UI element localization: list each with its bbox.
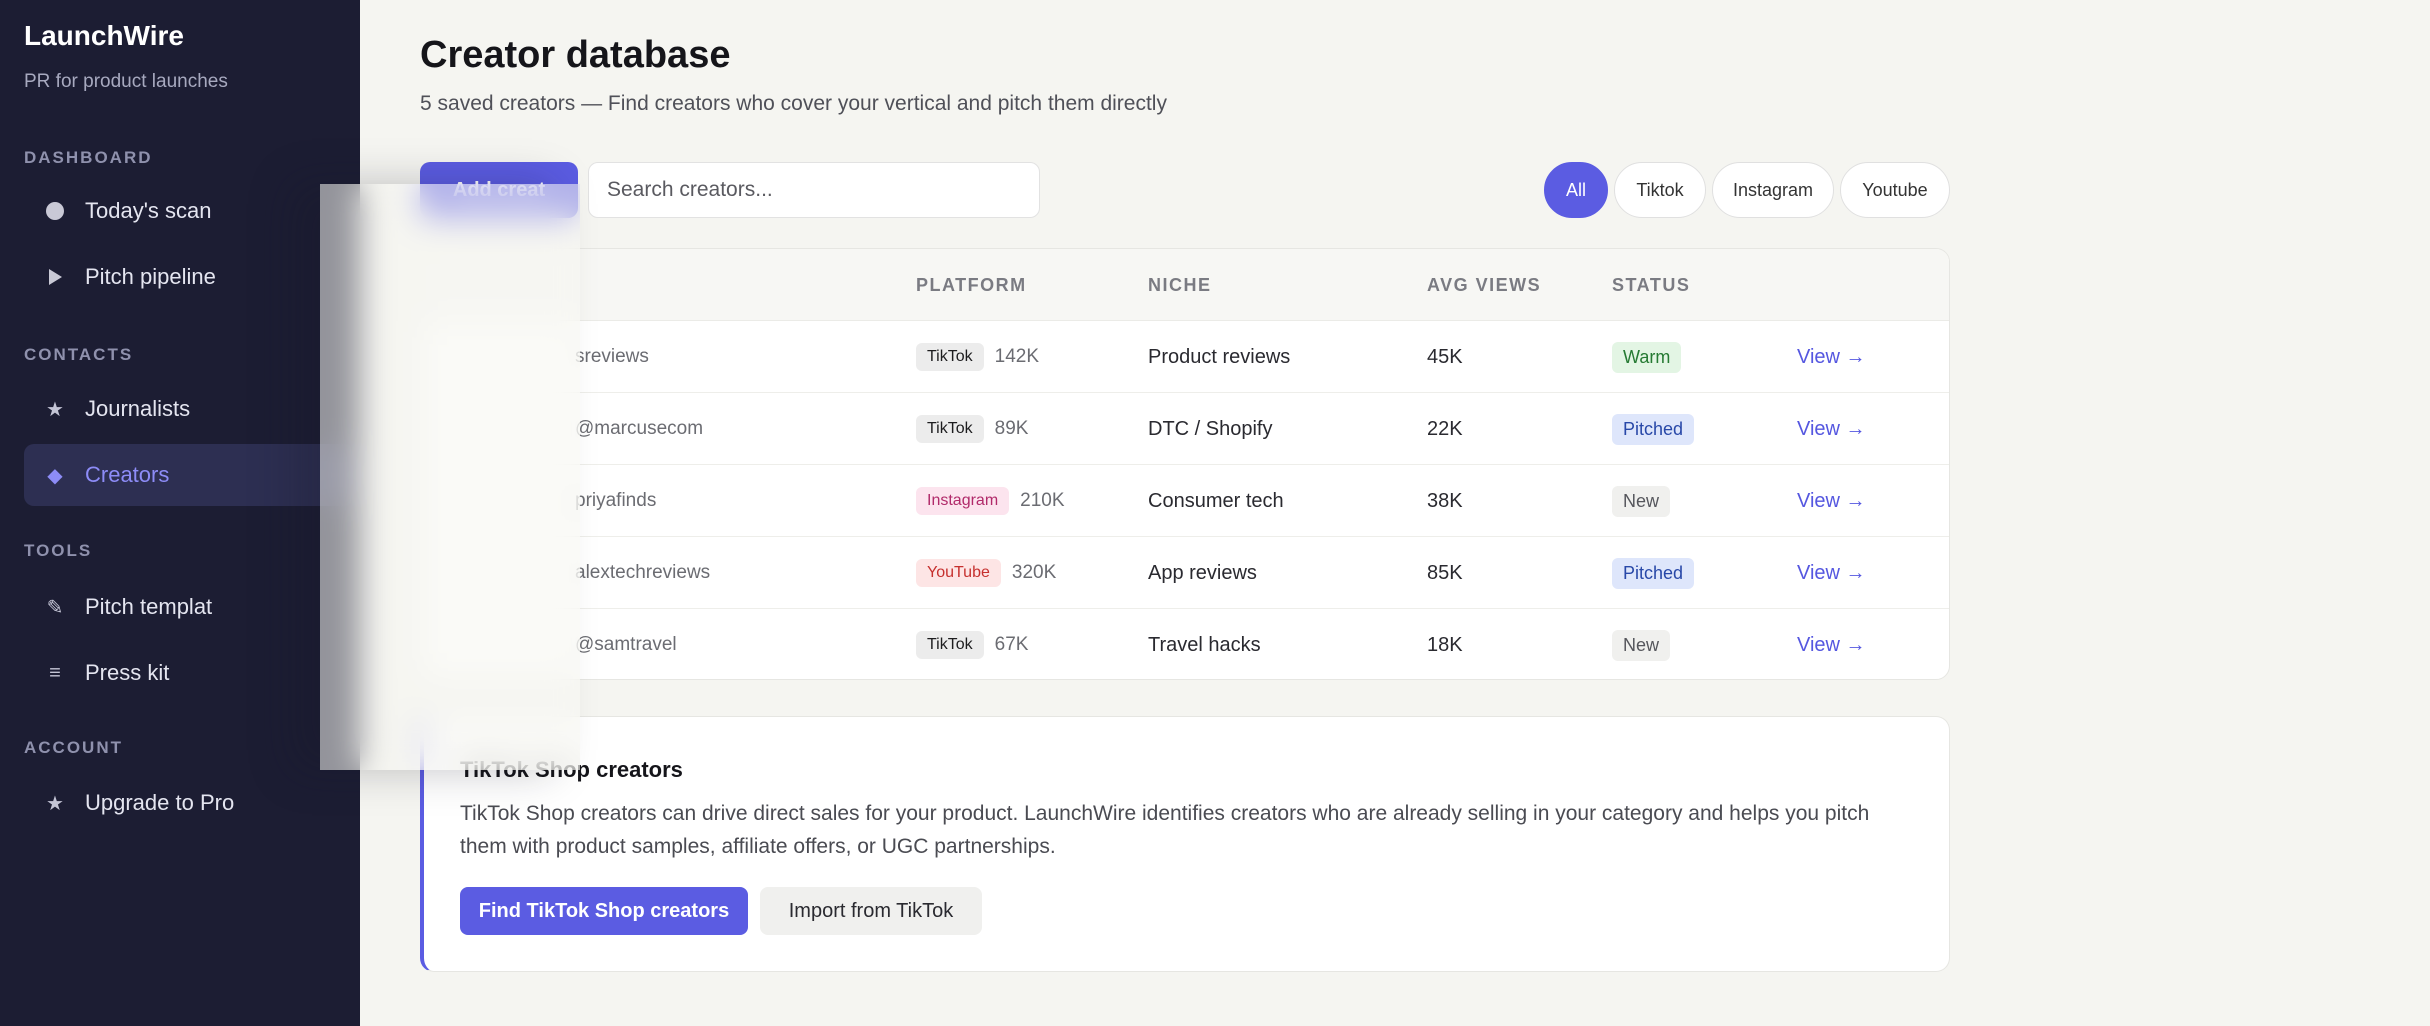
view-link[interactable]: View → [1797, 418, 1866, 441]
niche: App reviews [1148, 561, 1257, 584]
sidebar: LaunchWire PR for product launches DASHB… [0, 0, 360, 1026]
status-badge: Pitched [1612, 413, 1695, 445]
table-header: PLATFORM NICHE AVG VIEWS STATUS [421, 249, 1949, 321]
sidebar-item-label: Pitch pipeline [85, 264, 216, 289]
follower-count: 67K [994, 634, 1029, 655]
niche: Consumer tech [1148, 489, 1284, 512]
creator-handle: @marcusecom [575, 418, 704, 439]
sidebar-item-label: Creators [85, 462, 170, 487]
sidebar-item-label: Pitch templat [85, 594, 213, 619]
play-icon [44, 266, 66, 288]
table-row: sreviews TikTok 142K Product reviews 45K… [421, 321, 1949, 393]
tiktok-shop-card: TikTok Shop creators TikTok Shop creator… [420, 716, 1950, 972]
platform-badge: TikTok [916, 343, 984, 371]
view-link[interactable]: View → [1797, 562, 1866, 585]
circle-icon [44, 200, 66, 222]
table-row: alextechreviews YouTube 320K App reviews… [421, 537, 1949, 609]
import-from-tiktok-button[interactable]: Import from TikTok [760, 887, 982, 935]
sidebar-item-label: Press kit [85, 660, 170, 685]
table-row: priyafinds Instagram 210K Consumer tech … [421, 465, 1949, 537]
list-icon: ≡ [49, 661, 61, 684]
follower-count: 142K [994, 346, 1040, 367]
status-badge: Pitched [1612, 557, 1695, 589]
platform-badge: YouTube [916, 559, 1001, 587]
status-badge: New [1612, 485, 1671, 517]
platform-badge: Instagram [916, 487, 1010, 515]
sidebar-item-pitch-pipeline[interactable]: Pitch pipeline [24, 246, 354, 308]
column-header-niche: NICHE [1148, 275, 1212, 295]
niche: Travel hacks [1148, 633, 1261, 656]
sidebar-item-todays-scan[interactable]: Today's scan [24, 180, 354, 242]
table-row: @samtravel TikTok 67K Travel hacks 18K N… [421, 609, 1949, 679]
creators-table: PLATFORM NICHE AVG VIEWS STATUS sreviews… [420, 248, 1950, 680]
follower-count: 210K [1020, 490, 1065, 511]
creator-handle: alextechreviews [575, 562, 711, 583]
column-header-status: STATUS [1612, 275, 1691, 295]
brand-name: LaunchWire [24, 20, 184, 51]
table-row: @marcusecom TikTok 89K DTC / Shopify 22K… [421, 393, 1949, 465]
search-input[interactable] [588, 162, 1040, 218]
follower-count: 320K [1011, 562, 1057, 583]
follower-count: 89K [994, 418, 1029, 439]
avg-views: 45K [1427, 345, 1463, 368]
section-title-tools: TOOLS [24, 541, 93, 560]
diamond-icon: ◆ [47, 464, 63, 487]
brand-tagline: PR for product launches [24, 71, 228, 92]
creator-handle: priyafinds [575, 490, 657, 511]
section-title-contacts: CONTACTS [24, 345, 134, 364]
filter-youtube[interactable]: Youtube [1840, 162, 1950, 218]
filter-instagram[interactable]: Instagram [1712, 162, 1834, 218]
sidebar-item-creators[interactable]: ◆ Creators [24, 444, 354, 506]
sidebar-item-pitch-templates[interactable]: ✎ Pitch templat [24, 576, 354, 638]
view-link[interactable]: View → [1797, 346, 1866, 369]
star-icon: ★ [46, 398, 64, 421]
blurred-overlay [320, 184, 580, 770]
avg-views: 22K [1427, 417, 1463, 440]
section-title-dashboard: DASHBOARD [24, 148, 153, 167]
filter-tiktok[interactable]: Tiktok [1614, 162, 1706, 218]
sidebar-item-journalists[interactable]: ★ Journalists [24, 378, 354, 440]
niche: Product reviews [1148, 345, 1291, 368]
creator-handle: sreviews [575, 346, 649, 367]
sidebar-item-label: Journalists [85, 396, 191, 421]
column-header-platform: PLATFORM [916, 275, 1027, 295]
page-title: Creator database [420, 34, 731, 76]
avg-views: 18K [1427, 633, 1463, 656]
status-badge: Warm [1612, 341, 1682, 373]
column-header-avg-views: AVG VIEWS [1427, 275, 1542, 295]
avg-views: 38K [1427, 489, 1463, 512]
main-content: Creator database 5 saved creators — Find… [360, 0, 2430, 1026]
creator-handle: @samtravel [575, 634, 677, 655]
find-tiktok-shop-creators-button[interactable]: Find TikTok Shop creators [460, 887, 748, 935]
card-description: TikTok Shop creators can drive direct sa… [460, 802, 1870, 858]
page-subtitle: 5 saved creators — Find creators who cov… [420, 92, 1167, 115]
view-link[interactable]: View → [1797, 634, 1866, 657]
star-icon: ★ [46, 792, 64, 815]
niche: DTC / Shopify [1148, 417, 1273, 440]
filter-all[interactable]: All [1544, 162, 1608, 218]
sidebar-item-press-kit[interactable]: ≡ Press kit [24, 642, 354, 704]
avg-views: 85K [1427, 561, 1463, 584]
platform-badge: TikTok [916, 631, 984, 659]
sidebar-item-upgrade[interactable]: ★ Upgrade to Pro [24, 772, 354, 834]
sidebar-item-label: Upgrade to Pro [85, 790, 235, 815]
section-title-account: ACCOUNT [24, 738, 123, 757]
platform-badge: TikTok [916, 415, 984, 443]
sidebar-item-label: Today's scan [85, 198, 212, 223]
status-badge: New [1612, 629, 1671, 661]
pencil-icon: ✎ [46, 596, 64, 619]
view-link[interactable]: View → [1797, 490, 1866, 513]
